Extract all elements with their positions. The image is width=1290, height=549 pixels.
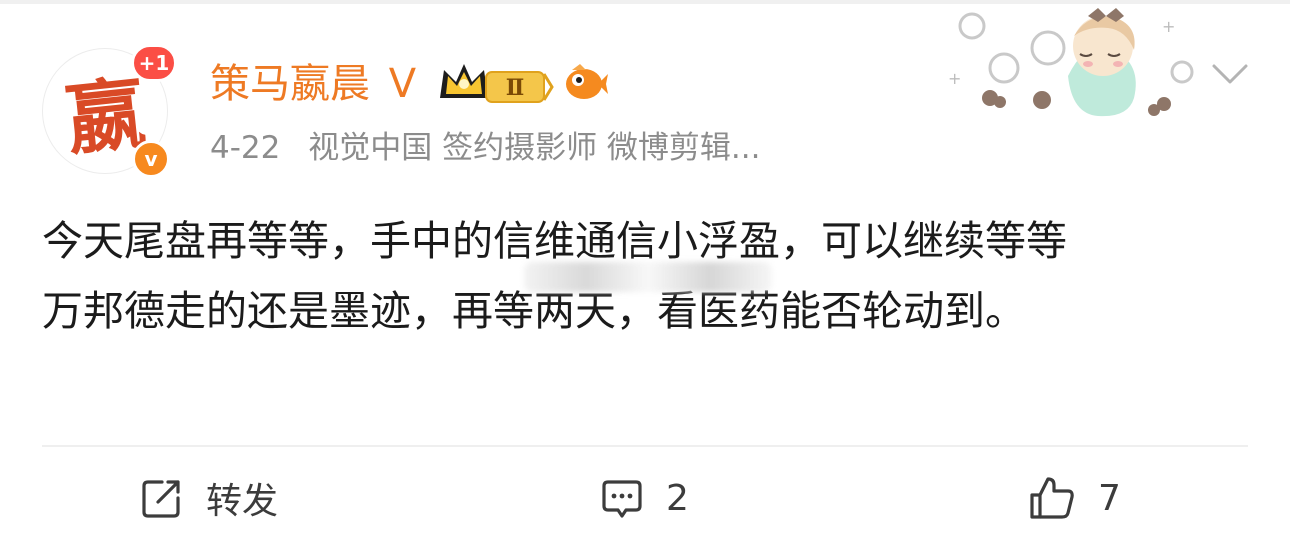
action-divider bbox=[42, 445, 1248, 447]
chevron-down-icon[interactable] bbox=[1210, 60, 1250, 88]
share-edit-icon bbox=[142, 480, 180, 518]
vip-level: Ⅱ bbox=[506, 75, 525, 101]
notification-badge: +1 bbox=[131, 44, 177, 82]
like-count: 7 bbox=[1098, 477, 1121, 519]
blurred-overlay bbox=[524, 262, 772, 292]
like-button[interactable]: 7 bbox=[1028, 472, 1121, 524]
username-text: 策马嬴晨 bbox=[210, 61, 370, 107]
post-source: 视觉中国 签约摄影师 微博剪辑... bbox=[308, 130, 761, 166]
username[interactable]: 策马嬴晨 V bbox=[210, 58, 416, 110]
repost-button[interactable]: 转发 bbox=[140, 472, 278, 524]
level-letter: V bbox=[388, 61, 417, 107]
repost-label: 转发 bbox=[206, 481, 279, 522]
post-date: 4-22 bbox=[210, 130, 281, 166]
post-meta: 4-22 视觉中国 签约摄影师 微博剪辑... bbox=[210, 126, 761, 170]
thumbs-up-icon bbox=[1030, 477, 1074, 519]
comment-bubble-icon bbox=[602, 480, 642, 518]
cartoon-decoration: + + bbox=[948, 8, 1194, 117]
svg-text:+: + bbox=[948, 69, 961, 88]
comment-count: 2 bbox=[666, 477, 689, 519]
svg-text:+: + bbox=[1162, 17, 1175, 36]
comment-button[interactable]: 2 bbox=[600, 472, 689, 524]
vip-crown-icon[interactable]: Ⅱ bbox=[436, 60, 556, 108]
verified-badge: v bbox=[132, 140, 170, 178]
fish-badge-icon bbox=[566, 64, 608, 99]
top-separator bbox=[0, 0, 1290, 4]
